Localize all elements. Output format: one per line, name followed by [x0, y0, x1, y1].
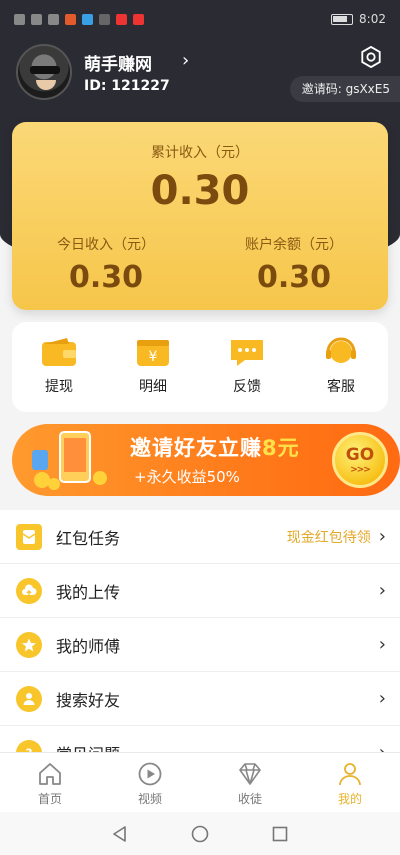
tab-label: 首页 — [37, 792, 62, 806]
today-income: 今日收入（元） 0.30 — [12, 234, 200, 295]
customer-service-button[interactable]: 客服 — [294, 322, 388, 412]
wallet-icon — [42, 338, 76, 366]
play-icon — [138, 762, 162, 786]
cash-red-packet-hint: 现金红包待领 — [286, 529, 371, 546]
tab-mine[interactable]: 我的 — [300, 753, 400, 812]
battery-icon — [331, 13, 354, 25]
account-balance-label: 账户余额（元） — [245, 237, 343, 253]
chevron-right-icon: › — [378, 688, 386, 709]
banner-title-text: 邀请好友立赚 — [130, 436, 262, 460]
red-packet-icon — [16, 523, 42, 550]
signal-icon — [31, 13, 42, 25]
gear-icon[interactable] — [360, 46, 382, 68]
menu-item-my-uploads[interactable]: 我的上传 › — [0, 564, 400, 618]
chevron-right-icon: › — [378, 580, 386, 601]
calendar-yen-icon: ¥ — [137, 340, 169, 366]
status-bar: 8:02 — [0, 0, 400, 38]
headset-icon — [326, 337, 356, 363]
person-icon — [16, 685, 42, 712]
tab-label: 收徒 — [237, 792, 262, 806]
feedback-label: 反馈 — [233, 379, 261, 395]
menu-item-red-packet-task[interactable]: 红包任务 现金红包待领 › — [0, 510, 400, 564]
earnings-card: 累计收入（元） 0.30 今日收入（元） 0.30 账户余额（元） 0.30 — [12, 122, 388, 310]
system-nav-bar — [0, 812, 400, 855]
tab-recruit[interactable]: 收徒 — [200, 753, 300, 812]
details-button[interactable]: ¥ 明细 — [106, 322, 200, 412]
menu-item-label: 我的师傅 — [56, 636, 121, 656]
customer-service-label: 客服 — [327, 379, 355, 395]
chevron-right-icon[interactable]: › — [182, 50, 189, 71]
menu-item-label: 我的上传 — [56, 582, 121, 602]
tab-video[interactable]: 视频 — [100, 753, 200, 812]
app-notification-icon — [99, 13, 110, 25]
invite-code-badge[interactable]: 邀请码: gsXxE5 — [289, 76, 400, 102]
total-income-label: 累计收入（元） — [151, 145, 249, 161]
notification-icons — [14, 13, 144, 25]
status-time: 8:02 — [359, 12, 386, 26]
banner-subtitle: +永久收益50% — [134, 468, 240, 486]
sim-icon — [14, 13, 25, 25]
go-label: GO — [345, 445, 375, 465]
app-notification-icon — [116, 13, 127, 25]
avatar[interactable] — [16, 44, 72, 100]
today-income-value: 0.30 — [68, 260, 144, 295]
banner-title: 邀请好友立赚8元 — [130, 432, 300, 462]
username[interactable]: 萌手赚网 — [84, 50, 152, 75]
bottom-tab-bar: 首页 视频 收徒 我的 — [0, 752, 400, 812]
total-income-value: 0.30 — [150, 168, 250, 214]
account-balance: 账户余额（元） 0.30 — [200, 234, 388, 295]
recents-icon[interactable] — [270, 824, 290, 844]
promo-illustration — [32, 431, 107, 490]
app-notification-icon — [82, 13, 93, 25]
back-icon[interactable] — [110, 824, 130, 844]
today-income-label: 今日收入（元） — [57, 237, 155, 253]
user-icon — [339, 763, 361, 786]
chevron-right-icon: › — [378, 526, 386, 547]
tab-home[interactable]: 首页 — [0, 753, 100, 812]
account-balance-value: 0.30 — [256, 260, 332, 295]
app-notification-icon — [65, 13, 76, 25]
home-circle-icon[interactable] — [190, 824, 210, 844]
menu-item-my-master[interactable]: 我的师傅 › — [0, 618, 400, 672]
go-arrows: >>> — [350, 465, 371, 475]
withdraw-button[interactable]: 提现 — [12, 322, 106, 412]
tab-label: 我的 — [337, 792, 362, 806]
menu-item-label: 搜索好友 — [56, 690, 121, 710]
app-notification-icon — [133, 13, 144, 25]
chevron-right-icon: › — [378, 634, 386, 655]
user-id: ID: 121227 — [84, 78, 170, 94]
diamond-icon — [239, 763, 261, 785]
quick-actions: 提现 ¥ 明细 反馈 客服 — [12, 322, 388, 412]
withdraw-label: 提现 — [45, 379, 73, 395]
cloud-upload-icon — [16, 577, 42, 604]
menu-item-search-friends[interactable]: 搜索好友 › — [0, 672, 400, 726]
menu-item-label: 红包任务 — [56, 528, 121, 548]
chat-bubble-icon — [231, 340, 263, 366]
menu-list: 红包任务 现金红包待领 › 我的上传 › 我的师傅 › 搜索好友 › ? 常见问… — [0, 510, 400, 780]
svg-text:¥: ¥ — [149, 349, 158, 365]
invite-promo-banner[interactable]: 邀请好友立赚8元 +永久收益50% GO >>> — [12, 424, 400, 496]
go-button[interactable]: GO >>> — [332, 432, 388, 488]
star-icon — [16, 631, 42, 658]
banner-amount: 8元 — [262, 436, 300, 460]
feedback-button[interactable]: 反馈 — [200, 322, 294, 412]
details-label: 明细 — [139, 379, 167, 395]
wifi-icon — [48, 13, 59, 25]
home-icon — [39, 763, 61, 785]
tab-label: 视频 — [137, 792, 162, 806]
